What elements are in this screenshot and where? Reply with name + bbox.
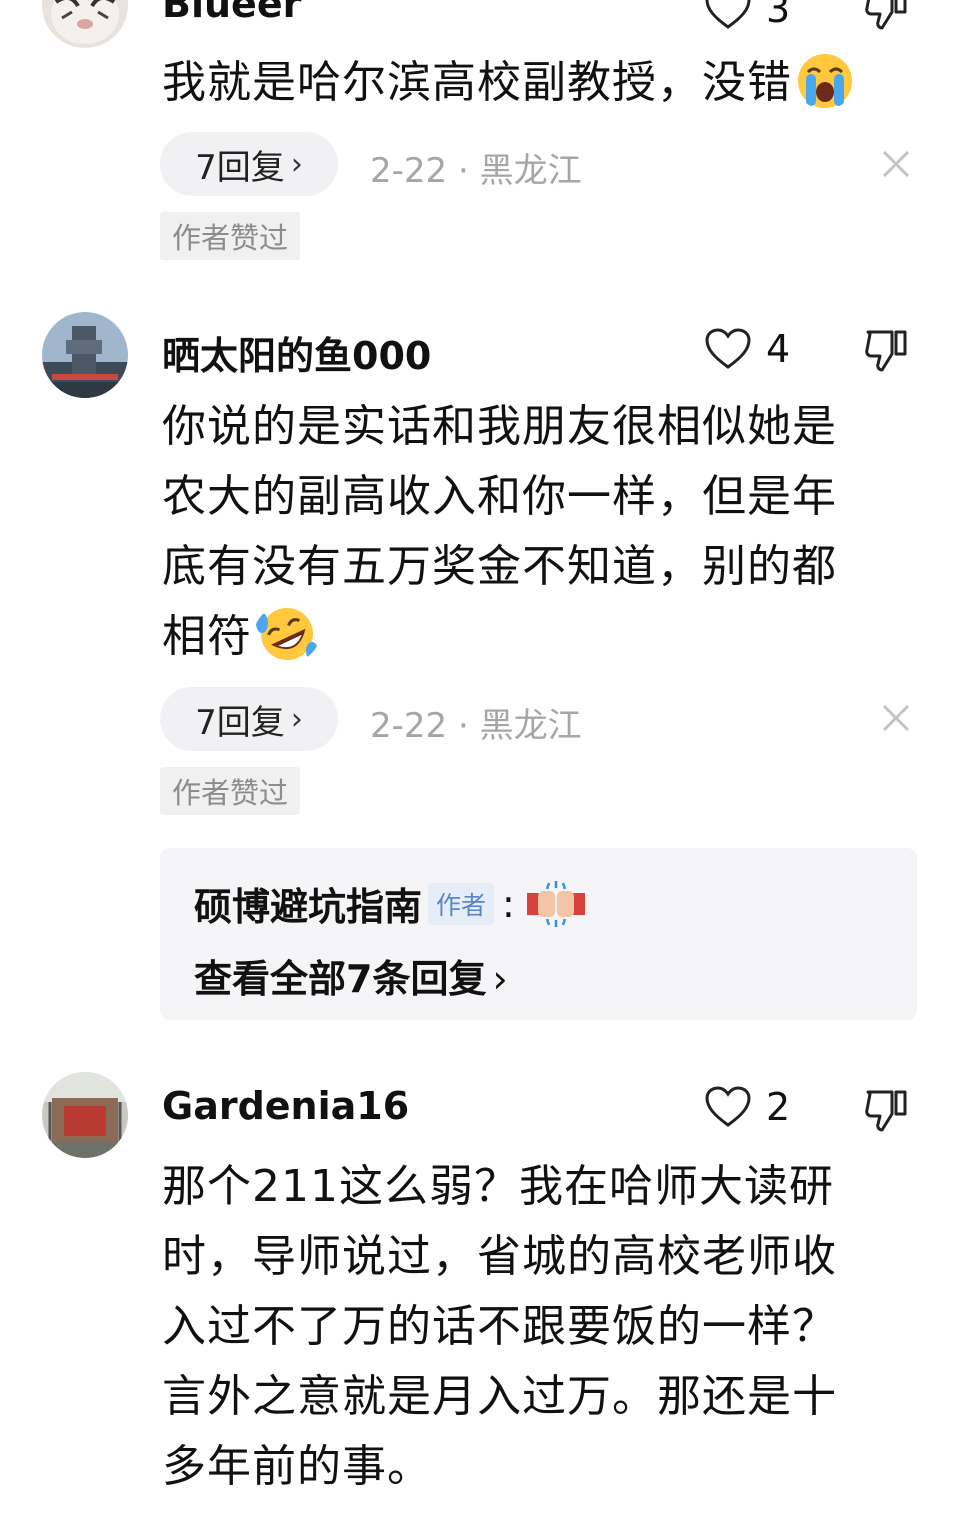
comment-line: 你说的是实话和我朋友很相似她是 xyxy=(162,401,837,452)
comment-line: 相符 xyxy=(162,611,252,662)
reply-count-button[interactable]: 7回复 › xyxy=(160,687,338,751)
reply-preview-line: 硕博避坑指南 作者 : xyxy=(194,876,587,931)
author-liked-tag: 作者赞过 xyxy=(160,767,301,815)
heart-icon xyxy=(705,328,751,369)
view-all-replies-link[interactable]: 查看全部7条回复 › xyxy=(194,948,508,1003)
close-icon[interactable] xyxy=(878,700,914,736)
reply-colon: : xyxy=(502,881,515,926)
comment-line: 时，导师说过，省城的高校老师收 xyxy=(162,1231,837,1282)
thumbs-down-icon[interactable] xyxy=(862,1086,910,1134)
like-button[interactable]: 2 xyxy=(704,1082,790,1132)
heart-icon xyxy=(705,1086,751,1127)
avatar[interactable] xyxy=(42,0,128,48)
like-count: 3 xyxy=(766,0,791,31)
comment-text-body: 我就是哈尔滨高校副教授，没错 xyxy=(162,57,792,108)
comment-line: 农大的副高收入和你一样，但是年 xyxy=(162,471,837,522)
comment-line: 多年前的事。 xyxy=(162,1441,432,1492)
author-badge: 作者 xyxy=(428,882,495,925)
like-count: 4 xyxy=(766,327,791,371)
comment-line: 言外之意就是月入过万。那还是十 xyxy=(162,1371,837,1422)
chevron-right-icon: › xyxy=(290,701,303,737)
comment-text: 你说的是实话和我朋友很相似她是 农大的副高收入和你一样，但是年 底有没有五万奖金… xyxy=(162,392,892,672)
comment-line: 那个211这么弱？我在哈师大读研 xyxy=(162,1161,834,1212)
heart-icon xyxy=(705,0,751,29)
close-icon[interactable] xyxy=(878,146,914,182)
chevron-right-icon: › xyxy=(290,146,303,182)
comment-meta: 2-22 · 黑龙江 xyxy=(370,706,582,746)
comment-text: 我就是哈尔滨高校副教授，没错 xyxy=(162,48,892,118)
comment-line-last: 相符 xyxy=(162,602,892,672)
thumbs-down-icon[interactable] xyxy=(862,326,910,374)
comment-line: 入过不了万的话不跟要饭的一样？ xyxy=(162,1301,837,1352)
like-button[interactable]: 3 xyxy=(704,0,790,34)
loudly-crying-face-icon xyxy=(798,54,852,108)
reply-count-label: 7回复 xyxy=(195,702,285,743)
comment-line: 底有没有五万奖金不知道，别的都 xyxy=(162,541,837,592)
reply-author[interactable]: 硕博避坑指南 xyxy=(194,876,422,931)
reply-count-label: 7回复 xyxy=(195,147,285,188)
fist-bump-icon xyxy=(526,880,585,927)
author-liked-tag: 作者赞过 xyxy=(160,212,301,260)
chevron-right-icon: › xyxy=(492,957,508,1001)
reply-count-button[interactable]: 7回复 › xyxy=(160,132,338,196)
username[interactable]: Blueer xyxy=(162,0,301,26)
reply-preview-box[interactable]: 硕博避坑指南 作者 : 查看全部7条回复 › xyxy=(160,848,917,1020)
username[interactable]: 晒太阳的鱼000 xyxy=(162,325,431,380)
like-button[interactable]: 4 xyxy=(704,324,790,374)
comment-text: 那个211这么弱？我在哈师大读研 时，导师说过，省城的高校老师收 入过不了万的话… xyxy=(162,1152,892,1502)
view-all-replies-label: 查看全部7条回复 xyxy=(194,957,487,1001)
thumbs-down-icon[interactable] xyxy=(862,0,910,32)
avatar[interactable] xyxy=(42,1072,128,1158)
comment-meta: 2-22 · 黑龙江 xyxy=(370,151,582,191)
rolling-on-floor-laughing-icon xyxy=(256,608,318,660)
avatar[interactable] xyxy=(42,312,128,398)
username[interactable]: Gardenia16 xyxy=(162,1084,409,1128)
like-count: 2 xyxy=(766,1085,791,1129)
